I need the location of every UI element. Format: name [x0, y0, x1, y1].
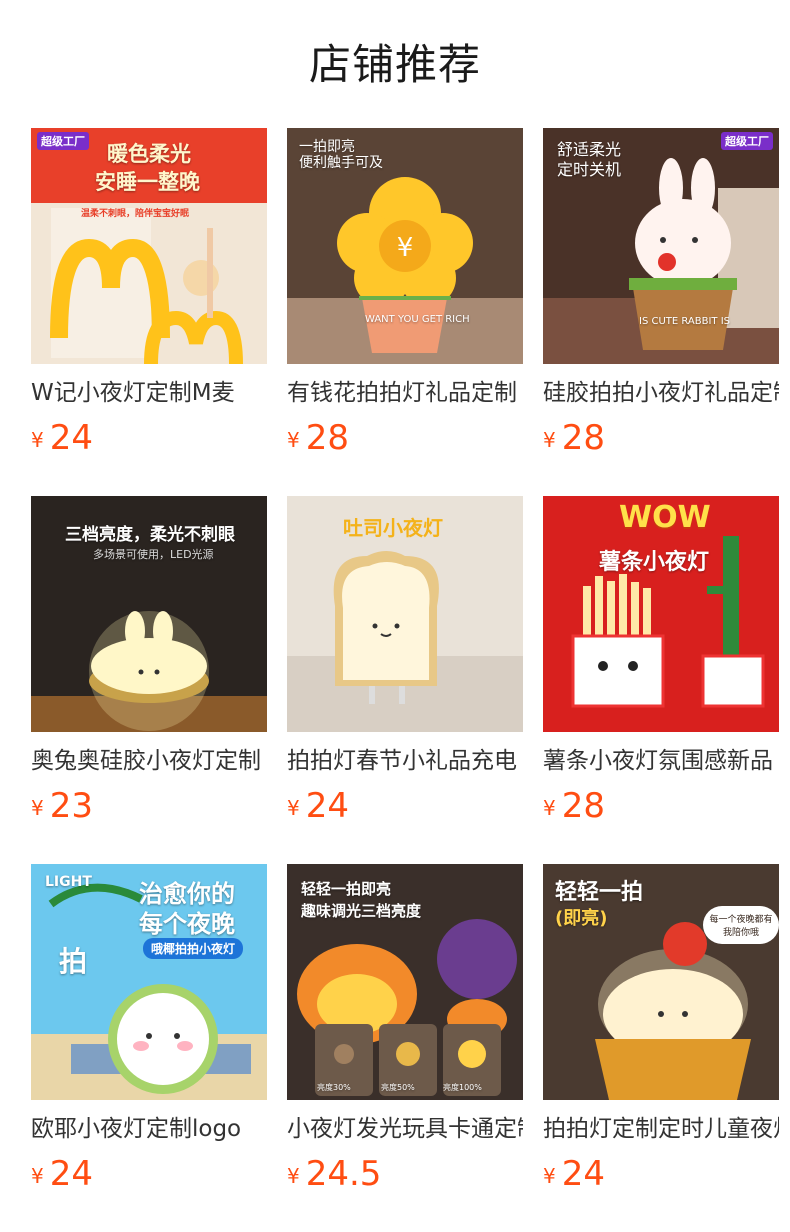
product-price: ¥28 — [287, 418, 349, 458]
currency-symbol: ¥ — [31, 796, 44, 820]
image-headline: 轻轻一拍 — [555, 880, 644, 905]
product-name[interactable]: 小夜灯发光玩具卡通定制 — [287, 1112, 523, 1146]
currency-symbol: ¥ — [31, 428, 44, 452]
product-name[interactable]: 拍拍灯定制定时儿童夜灯 — [543, 1112, 779, 1146]
price-value: 23 — [49, 786, 93, 826]
product-name[interactable]: 薯条小夜灯氛围感新品 — [543, 744, 779, 778]
product-image[interactable]: 三档亮度，柔光不刺眼 多场景可使用，LED光源 — [31, 496, 267, 732]
image-headline: WOW — [619, 500, 711, 535]
pot-text: IS CUTE RABBIT IS — [639, 316, 731, 327]
price-value: 24 — [49, 1154, 93, 1194]
image-headline: 薯条小夜灯 — [599, 550, 710, 575]
price-value: 24 — [49, 418, 93, 458]
product-card[interactable]: WOW 薯条小夜灯 薯条小夜灯氛围感新品 ¥28 — [543, 496, 779, 836]
product-name[interactable]: W记小夜灯定制M麦 — [31, 376, 267, 410]
product-price: ¥24 — [31, 1154, 93, 1194]
product-card[interactable]: 三档亮度，柔光不刺眼 多场景可使用，LED光源 奥兔奥硅胶小夜灯定制 ¥23 — [31, 496, 267, 836]
image-tag: 哦椰拍拍小夜灯 — [143, 938, 244, 959]
product-image[interactable]: 吐司小夜灯 — [287, 496, 523, 732]
price-value: 28 — [561, 418, 605, 458]
price-value: 28 — [561, 786, 605, 826]
super-factory-badge: 超级工厂 — [37, 132, 89, 150]
product-card[interactable]: 轻轻一拍 (即亮) 每一个夜晚都有我陪你哦 拍拍灯定制定时儿童夜灯 ¥24 — [543, 864, 779, 1204]
image-headline: 便利触手可及 — [299, 155, 383, 171]
product-image[interactable]: 轻轻一拍 (即亮) 每一个夜晚都有我陪你哦 — [543, 864, 779, 1100]
product-card[interactable]: 超级工厂 暖色柔光 安睡一整晚 温柔不刺眼，陪伴宝宝好眠 W记小夜灯定制M麦 ¥… — [31, 128, 267, 468]
price-value: 24.5 — [305, 1154, 382, 1194]
image-headline: (即亮) — [555, 908, 608, 929]
product-card[interactable]: ¥ 一拍即亮 便利触手可及 WANT YOU GET RICH 有钱花拍拍灯礼品… — [287, 128, 523, 468]
product-card[interactable]: 吐司小夜灯 拍拍灯春节小礼品充电 ¥24 — [287, 496, 523, 836]
image-headline: 定时关机 — [557, 160, 622, 179]
currency-symbol: ¥ — [543, 428, 556, 452]
product-price: ¥24.5 — [287, 1154, 381, 1194]
product-price: ¥24 — [287, 786, 349, 826]
product-name[interactable]: 奥兔奥硅胶小夜灯定制 — [31, 744, 267, 778]
product-image[interactable]: 轻轻一拍即亮 趣味调光三档亮度 亮度30% 亮度50% 亮度100% — [287, 864, 523, 1100]
currency-symbol: ¥ — [287, 796, 300, 820]
product-name[interactable]: 有钱花拍拍灯礼品定制 — [287, 376, 523, 410]
currency-symbol: ¥ — [287, 1164, 300, 1188]
image-headline: 每个夜晚 — [139, 910, 235, 938]
product-name[interactable]: 拍拍灯春节小礼品充电 — [287, 744, 523, 778]
price-value: 24 — [305, 786, 349, 826]
product-price: ¥24 — [543, 1154, 605, 1194]
currency-symbol: ¥ — [31, 1164, 44, 1188]
image-headline: 暖色柔光 — [107, 142, 191, 166]
product-card[interactable]: 轻轻一拍即亮 趣味调光三档亮度 亮度30% 亮度50% 亮度100% 小夜灯发光… — [287, 864, 523, 1204]
currency-symbol: ¥ — [287, 428, 300, 452]
product-card[interactable]: 超级工厂 舒适柔光 定时关机 IS CUTE RABBIT IS 硅胶拍拍小夜灯… — [543, 128, 779, 468]
image-headline: 轻轻一拍即亮 — [301, 880, 392, 898]
product-image[interactable]: WOW 薯条小夜灯 — [543, 496, 779, 732]
product-price: ¥28 — [543, 786, 605, 826]
speech-bubble: 每一个夜晚都有我陪你哦 — [703, 906, 779, 944]
level-label: 亮度50% — [381, 1083, 415, 1092]
currency-symbol: ¥ — [543, 796, 556, 820]
currency-symbol: ¥ — [543, 1164, 556, 1188]
product-name[interactable]: 硅胶拍拍小夜灯礼品定制 — [543, 376, 779, 410]
product-card[interactable]: LIGHT 治愈你的 每个夜晚 哦椰拍拍小夜灯 拍 欧耶小夜灯定制logo ¥2… — [31, 864, 267, 1204]
image-side-text: 拍 — [59, 945, 88, 978]
image-headline: LIGHT — [45, 874, 92, 890]
level-label: 亮度30% — [317, 1083, 351, 1092]
svg-text:¥: ¥ — [397, 233, 414, 263]
super-factory-badge: 超级工厂 — [721, 132, 773, 150]
product-image[interactable]: 超级工厂 舒适柔光 定时关机 IS CUTE RABBIT IS — [543, 128, 779, 364]
level-label: 亮度100% — [443, 1083, 482, 1092]
product-image[interactable]: 超级工厂 暖色柔光 安睡一整晚 温柔不刺眼，陪伴宝宝好眠 — [31, 128, 267, 364]
product-price: ¥23 — [31, 786, 93, 826]
image-caption: 温柔不刺眼，陪伴宝宝好眠 — [81, 209, 190, 219]
pot-text: WANT YOU GET RICH — [365, 314, 470, 325]
product-price: ¥24 — [31, 418, 93, 458]
image-headline: 三档亮度，柔光不刺眼 — [65, 525, 235, 545]
image-headline: 安睡一整晚 — [95, 170, 200, 194]
price-value: 24 — [561, 1154, 605, 1194]
product-image[interactable]: LIGHT 治愈你的 每个夜晚 哦椰拍拍小夜灯 拍 — [31, 864, 267, 1100]
image-headline: 吐司小夜灯 — [343, 516, 443, 540]
page-title: 店铺推荐 — [308, 40, 481, 89]
image-headline: 多场景可使用，LED光源 — [93, 548, 214, 561]
product-name[interactable]: 欧耶小夜灯定制logo — [31, 1112, 267, 1146]
image-headline: 趣味调光三档亮度 — [301, 902, 422, 920]
product-price: ¥28 — [543, 418, 605, 458]
product-image[interactable]: ¥ 一拍即亮 便利触手可及 WANT YOU GET RICH — [287, 128, 523, 364]
price-value: 28 — [305, 418, 349, 458]
